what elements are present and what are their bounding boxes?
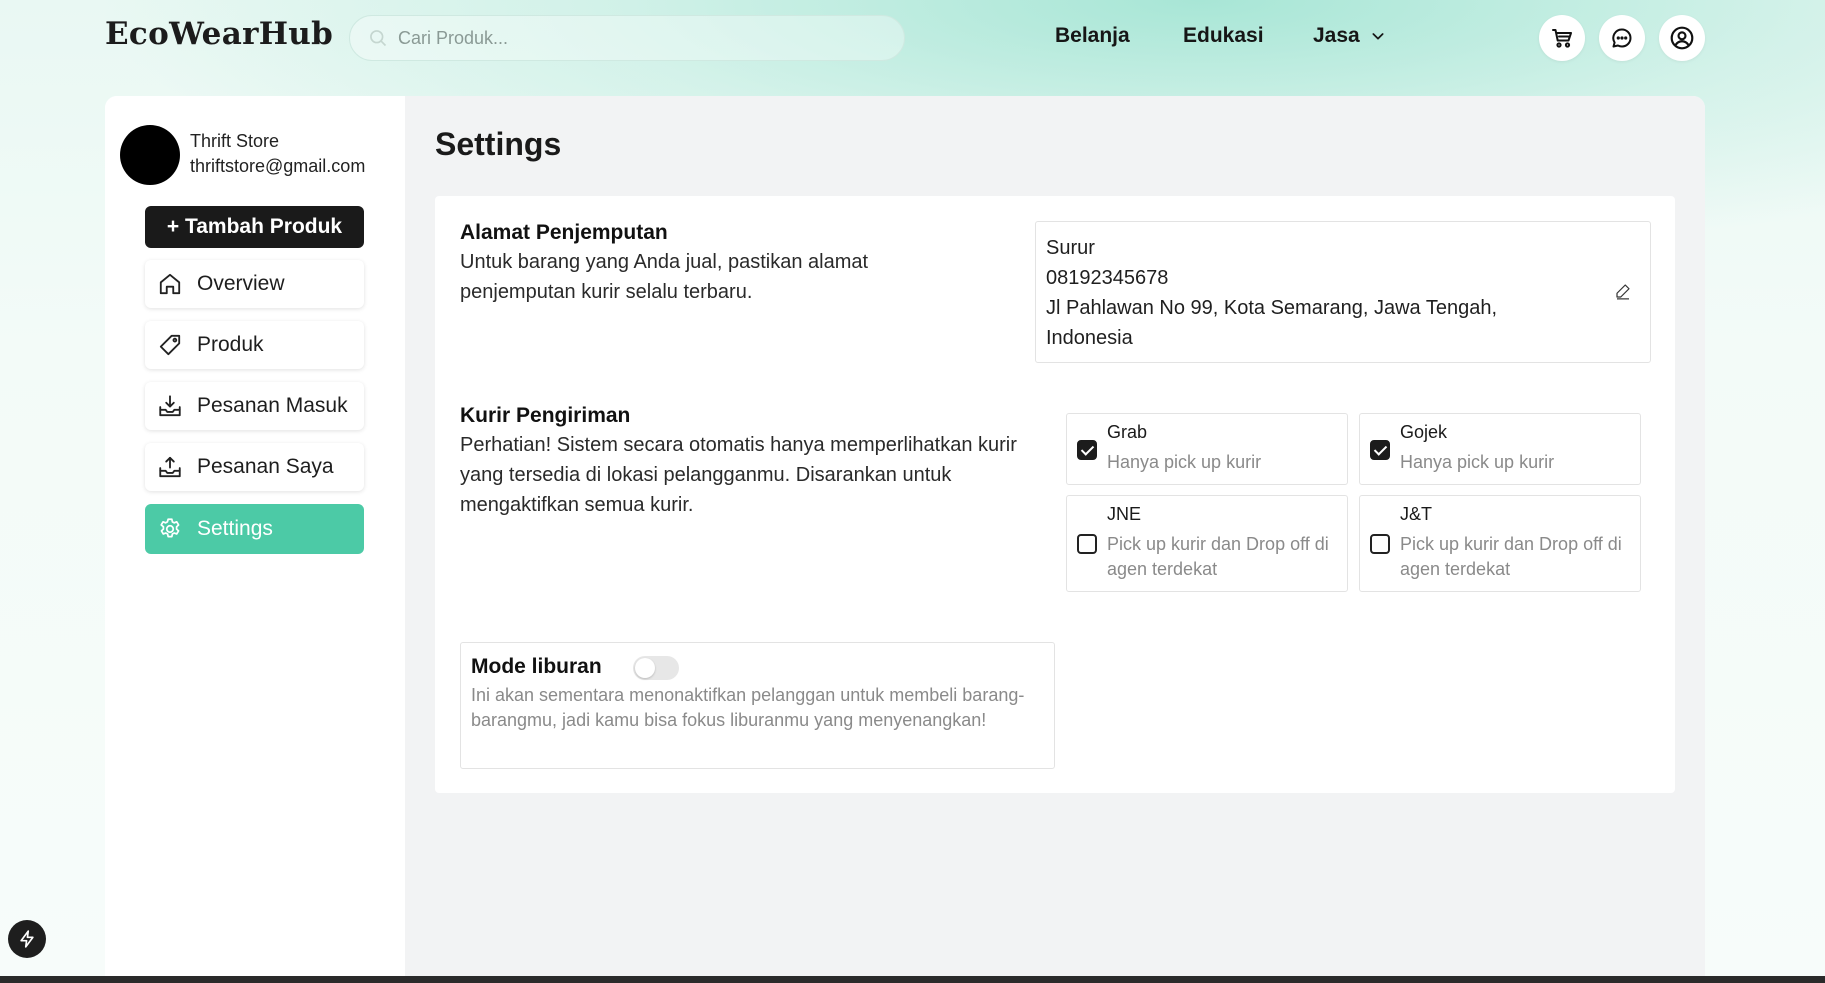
- sidebar-item-produk[interactable]: Produk: [145, 321, 364, 369]
- vacation-mode-toggle[interactable]: [633, 656, 679, 680]
- sidebar-item-label: Produk: [197, 333, 264, 356]
- sidebar-item-label: Overview: [197, 272, 285, 295]
- avatar: [120, 125, 180, 185]
- lightning-icon: [20, 930, 34, 948]
- top-bar: EcoWearHub Belanja Edukasi Jasa: [0, 0, 1825, 78]
- profile-button[interactable]: [1659, 15, 1705, 61]
- sidebar-item-settings[interactable]: Settings: [145, 504, 364, 554]
- sidebar-item-pesanan-saya[interactable]: Pesanan Saya: [145, 443, 364, 491]
- nav-belanja[interactable]: Belanja: [1055, 24, 1130, 48]
- store-email: thriftstore@gmail.com: [190, 156, 366, 176]
- settings-card: Alamat Penjemputan Untuk barang yang And…: [435, 196, 1675, 793]
- courier-option-jne[interactable]: JNE Pick up kurir dan Drop off di agen t…: [1066, 495, 1348, 592]
- courier-checkbox-jne[interactable]: [1077, 534, 1097, 554]
- nav-edukasi[interactable]: Edukasi: [1183, 24, 1264, 48]
- search-icon: [370, 30, 387, 47]
- edit-icon[interactable]: [1614, 282, 1632, 300]
- courier-desc: Pick up kurir dan Drop off di agen terde…: [1107, 534, 1329, 579]
- nav-jasa-label: Jasa: [1313, 24, 1360, 47]
- chevron-down-icon: [1372, 33, 1384, 40]
- chat-icon: [1612, 28, 1632, 48]
- courier-desc: Hanya pick up kurir: [1107, 452, 1262, 472]
- main-content: Settings Alamat Penjemputan Untuk barang…: [405, 96, 1705, 983]
- vacation-mode-title: Mode liburan: [471, 655, 602, 678]
- nav-jasa[interactable]: Jasa: [1313, 24, 1386, 48]
- logo[interactable]: EcoWearHub: [105, 16, 333, 52]
- search-bar[interactable]: [349, 15, 905, 61]
- vacation-mode-box: Mode liburan Ini akan sementara menonakt…: [460, 642, 1055, 769]
- cart-button[interactable]: [1539, 15, 1585, 61]
- cart-icon: [1552, 29, 1572, 48]
- pickup-address: Jl Pahlawan No 99, Kota Semarang, Jawa T…: [1046, 297, 1498, 349]
- add-product-button[interactable]: + Tambah Produk: [145, 206, 364, 248]
- sidebar-item-label: Pesanan Saya: [197, 455, 334, 478]
- courier-desc: Hanya pick up kurir: [1400, 452, 1555, 472]
- courier-option-gojek[interactable]: Gojek Hanya pick up kurir: [1359, 413, 1641, 485]
- courier-description: Perhatian! Sistem secara otomatis hanya …: [460, 434, 1017, 516]
- inbox-download-icon: [159, 395, 181, 417]
- vacation-mode-description: Ini akan sementara menonaktifkan pelangg…: [471, 685, 1025, 730]
- tag-icon: [159, 334, 181, 356]
- pickup-phone: 08192345678: [1046, 267, 1169, 289]
- courier-checkbox-grab[interactable]: [1077, 440, 1097, 460]
- pickup-address-box[interactable]: Surur 08192345678 Jl Pahlawan No 99, Kot…: [1035, 221, 1651, 363]
- sidebar-item-label: Settings: [197, 517, 273, 540]
- courier-name: JNE: [1107, 504, 1142, 524]
- store-name: Thrift Store: [190, 131, 280, 151]
- courier-checkbox-gojek[interactable]: [1370, 440, 1390, 460]
- sidebar: Thrift Store thriftstore@gmail.com + Tam…: [105, 96, 405, 983]
- courier-name: J&T: [1400, 504, 1433, 524]
- gear-icon: [160, 518, 180, 538]
- courier-checkbox-jnt[interactable]: [1370, 534, 1390, 554]
- courier-desc: Pick up kurir dan Drop off di agen terde…: [1400, 534, 1622, 579]
- pickup-contact-name: Surur: [1046, 237, 1095, 259]
- bottom-edge: [0, 976, 1825, 983]
- search-input[interactable]: [398, 27, 878, 49]
- page-title: Settings: [435, 126, 562, 162]
- user-icon: [1670, 26, 1694, 50]
- courier-name: Grab: [1107, 422, 1148, 442]
- sidebar-item-overview[interactable]: Overview: [145, 260, 364, 308]
- courier-name: Gojek: [1400, 422, 1448, 442]
- sidebar-item-label: Pesanan Masuk: [197, 394, 348, 417]
- pickup-title: Alamat Penjemputan: [460, 221, 668, 244]
- home-icon: [159, 273, 181, 295]
- pickup-description: Untuk barang yang Anda jual, pastikan al…: [460, 251, 869, 303]
- dashboard-container: Thrift Store thriftstore@gmail.com + Tam…: [105, 96, 1705, 983]
- sidebar-item-pesanan-masuk[interactable]: Pesanan Masuk: [145, 382, 364, 430]
- courier-option-jnt[interactable]: J&T Pick up kurir dan Drop off di agen t…: [1359, 495, 1641, 592]
- chat-button[interactable]: [1599, 15, 1645, 61]
- bolt-button[interactable]: [8, 920, 46, 958]
- courier-option-grab[interactable]: Grab Hanya pick up kurir: [1066, 413, 1348, 485]
- outbox-upload-icon: [159, 456, 181, 478]
- courier-title: Kurir Pengiriman: [460, 404, 631, 427]
